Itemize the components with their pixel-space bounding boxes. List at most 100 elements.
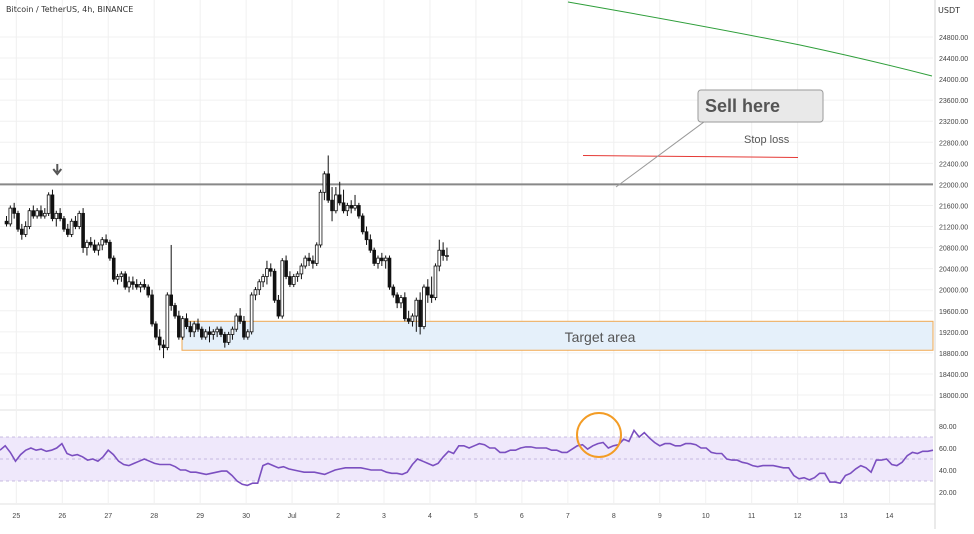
candle-body [322, 173, 327, 193]
candle-body [203, 331, 208, 338]
candle-body [73, 220, 78, 227]
candle-body [81, 212, 85, 248]
price-tick-label: 20000.00 [939, 288, 968, 295]
candle-body [318, 191, 323, 246]
candle-body [284, 260, 288, 277]
time-tick-label: 6 [520, 513, 524, 520]
sell-callout: Sell here [615, 89, 824, 188]
candle-body [219, 328, 223, 335]
candle-body [207, 331, 212, 335]
time-tick-label: 29 [196, 513, 204, 520]
rsi-indicator [0, 412, 934, 487]
candle-body [54, 212, 59, 220]
candle-body [85, 241, 89, 248]
candle-body [383, 257, 388, 262]
candle-body [92, 244, 97, 251]
candle-body [376, 257, 380, 264]
price-tick-label: 19600.00 [939, 309, 968, 316]
candle-body [58, 212, 62, 220]
candle-body [211, 331, 216, 335]
candle-body [180, 318, 185, 338]
price-tick-label: 20400.00 [939, 267, 968, 274]
candle-body [108, 241, 112, 259]
candle-body [372, 249, 376, 264]
price-tick-label: 23600.00 [939, 98, 968, 105]
candle-body [123, 273, 128, 288]
candle-body [387, 257, 392, 288]
candle-body [364, 231, 369, 241]
candle-body [226, 334, 231, 343]
candle-body [410, 315, 415, 322]
rsi-tick-label: 20.00 [939, 490, 957, 497]
time-tick-label: 26 [58, 513, 66, 520]
time-tick-label: 9 [658, 513, 662, 520]
candle-body [177, 315, 181, 338]
candle-body [157, 336, 162, 346]
time-tick-label: 28 [150, 513, 158, 520]
candle-body [184, 318, 189, 327]
target-area-label: Target area [565, 329, 636, 345]
symbol-title: Bitcoin / TetherUS, 4h, BINANCE [6, 5, 134, 14]
candle-body [357, 205, 361, 217]
candle-body [403, 297, 407, 320]
candle-body [43, 212, 47, 217]
time-tick-label: 27 [104, 513, 112, 520]
price-tick-label: 24400.00 [939, 56, 968, 63]
candle-body [295, 273, 300, 277]
candle-body [200, 328, 204, 338]
candle-body [50, 194, 55, 220]
candle-body [414, 299, 419, 317]
candle-body [433, 265, 438, 299]
price-tick-label: 18400.00 [939, 372, 968, 379]
candle-body [169, 294, 173, 306]
rsi-tick-label: 40.00 [939, 468, 957, 475]
price-tick-label: 22400.00 [939, 161, 968, 168]
candle-body [20, 228, 24, 235]
stop-loss-label: Stop loss [744, 134, 790, 146]
price-tick-label: 24800.00 [939, 35, 968, 42]
candle-body [65, 228, 70, 235]
time-tick-label: 30 [242, 513, 250, 520]
candle-body [299, 265, 304, 275]
price-tick-label: 21200.00 [939, 225, 968, 232]
time-tick-label: 25 [12, 513, 20, 520]
candle-body [441, 249, 445, 256]
candle-body [96, 244, 101, 251]
candle-body [360, 215, 365, 233]
price-tick-label: 18800.00 [939, 351, 968, 358]
candle-body [280, 260, 285, 317]
candle-body [345, 205, 350, 212]
price-tick-label: 22000.00 [939, 182, 968, 189]
candle-body [395, 294, 399, 304]
time-tick-label: 11 [748, 513, 755, 520]
candle-body [288, 276, 292, 285]
candle-body [131, 281, 135, 285]
candle-body [104, 239, 108, 243]
time-tick-label: 4 [428, 513, 432, 520]
candle-body [111, 257, 116, 280]
candle-body [134, 284, 139, 288]
candle-body [223, 334, 227, 343]
price-tick-label: 19200.00 [939, 330, 968, 337]
candle-body [165, 294, 170, 349]
candle-body [230, 328, 235, 335]
candle-body [353, 205, 357, 209]
candle-body [35, 210, 39, 217]
price-tick-label: 18000.00 [939, 393, 968, 400]
rsi-tick-label: 80.00 [939, 424, 957, 431]
candle-body [307, 257, 311, 262]
candle-body [138, 284, 143, 288]
candle-body [399, 297, 403, 304]
candle-body [265, 268, 269, 277]
candle-body [326, 173, 331, 201]
candle-body [8, 207, 13, 225]
time-tick-label: 5 [474, 513, 478, 520]
time-tick-label: 10 [702, 513, 710, 520]
candle-body [437, 249, 442, 267]
candle-body [146, 286, 151, 296]
candle-body [142, 284, 147, 288]
candle-body [27, 210, 32, 227]
candle-body [368, 239, 373, 251]
candle-body [425, 286, 430, 296]
time-tick-label: 3 [382, 513, 386, 520]
